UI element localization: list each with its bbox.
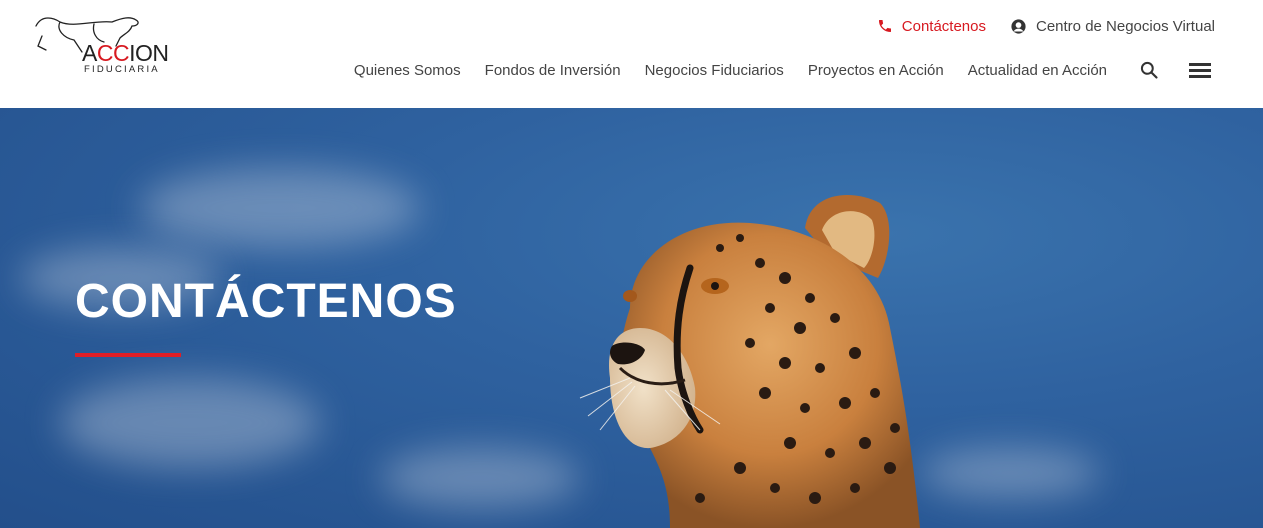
cloud-shape xyxy=(380,448,580,508)
cloud-shape xyxy=(140,168,420,248)
hero-title-underline xyxy=(75,353,181,357)
phone-icon xyxy=(878,20,891,32)
search-button[interactable] xyxy=(1139,60,1159,80)
hero-title: CONTÁCTENOS xyxy=(75,275,457,328)
accion-fiduciaria-logo[interactable]: ACCION FIDUCIARIA xyxy=(34,12,169,78)
virtual-business-center-label: Centro de Negocios Virtual xyxy=(1036,17,1215,35)
cheetah-image xyxy=(579,195,920,528)
nav-item-quienes-somos[interactable]: Quienes Somos xyxy=(354,62,461,79)
cloud-shape xyxy=(60,378,320,468)
main-nav: Quienes Somos Fondos de Inversión Negoci… xyxy=(354,58,1211,82)
hamburger-menu-icon xyxy=(1189,63,1211,78)
nav-item-negocios-fiduciarios[interactable]: Negocios Fiduciarios xyxy=(645,62,784,79)
top-links: Contáctenos Centro de Negocios Virtual xyxy=(877,16,1215,36)
nav-item-proyectos-en-accion[interactable]: Proyectos en Acción xyxy=(808,62,944,79)
contact-link[interactable]: Contáctenos xyxy=(877,18,986,35)
nav-item-actualidad-en-accion[interactable]: Actualidad en Acción xyxy=(968,62,1107,79)
menu-button[interactable] xyxy=(1189,61,1211,79)
logo-wordmark: ACCION xyxy=(82,40,169,66)
search-icon xyxy=(1140,61,1158,79)
virtual-business-center-link[interactable]: Centro de Negocios Virtual xyxy=(1010,18,1215,35)
user-icon xyxy=(1011,18,1026,34)
logo-subtitle: FIDUCIARIA xyxy=(84,64,160,75)
nav-item-fondos-de-inversion[interactable]: Fondos de Inversión xyxy=(485,62,621,79)
site-header: ACCION FIDUCIARIA Contáctenos Centro de … xyxy=(0,0,1263,108)
contact-label: Contáctenos xyxy=(901,17,986,35)
hero-banner: CONTÁCTENOS xyxy=(0,108,1263,528)
